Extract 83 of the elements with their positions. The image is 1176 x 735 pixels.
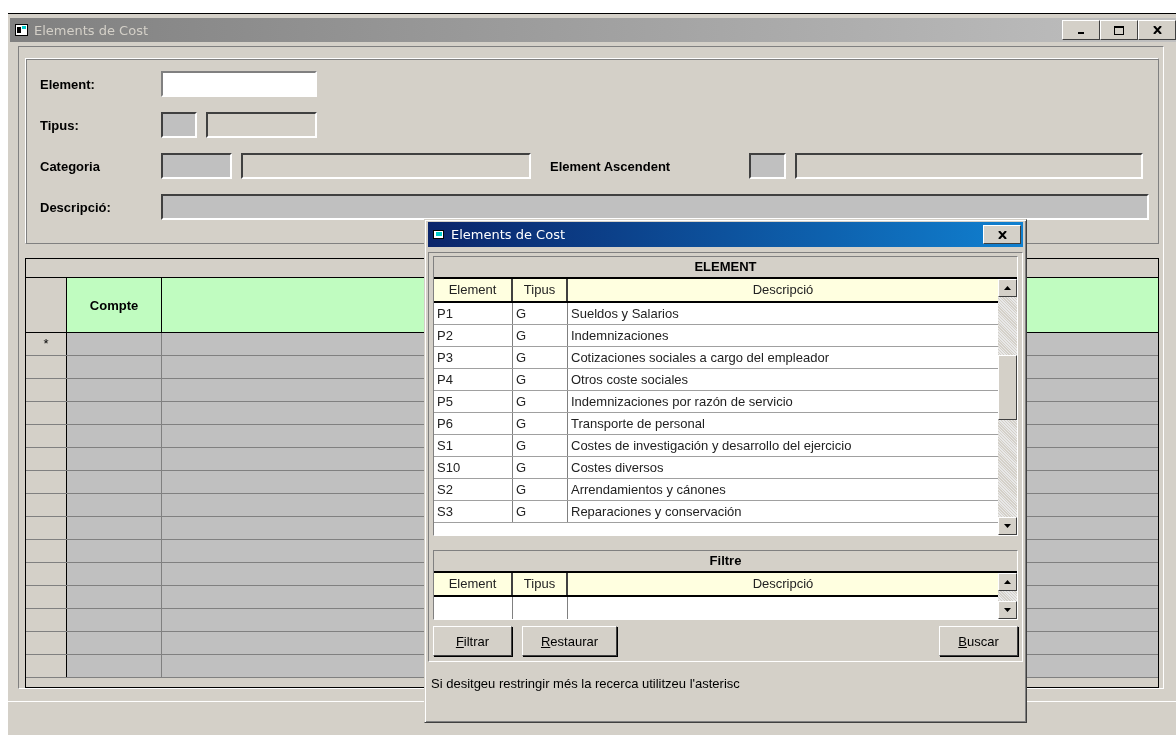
grid-cell[interactable] [67, 517, 162, 539]
close-button[interactable] [983, 225, 1021, 244]
grid-cell[interactable] [67, 333, 162, 355]
grid-cell[interactable] [67, 471, 162, 493]
grid-cell[interactable] [67, 494, 162, 516]
table-cell: G [513, 457, 568, 478]
table-cell-text: Indemnizaciones por razón de servicio [570, 393, 794, 411]
table-cell: G [513, 369, 568, 390]
table-cell: S2 [434, 479, 513, 500]
column-header: Descripció [751, 281, 815, 299]
column-header: Element [434, 279, 513, 301]
grid-cell[interactable] [67, 356, 162, 378]
column-header: Tipus [513, 279, 568, 301]
table-cell: G [513, 325, 568, 346]
tipus-label: Tipus: [40, 117, 80, 133]
table-cell: P4 [434, 369, 513, 390]
table-cell-text: Costes de investigación y desarrollo del ejercicio [570, 437, 853, 455]
minimize-button[interactable] [1062, 20, 1100, 40]
hint-text: Si desitgeu restringir més la recerca utilitzeu l'asterisc [430, 675, 741, 691]
grid-cell[interactable] [67, 379, 162, 401]
table-cell: G [513, 479, 568, 500]
table-cell-text: Transporte de personal [570, 415, 706, 433]
table-cell-text: Arrendamientos y cánones [570, 481, 727, 499]
table-cell: S3 [434, 501, 513, 522]
column-header: Element [434, 573, 513, 595]
dialog-title: Elements de Cost [451, 227, 566, 242]
table-cell: P2 [434, 325, 513, 346]
table-cell-text: Indemnizaciones [570, 327, 670, 345]
close-button[interactable] [1138, 20, 1176, 40]
table-cell: P3 [434, 347, 513, 368]
table-cell-text: Cotizaciones sociales a cargo del empleador [570, 349, 830, 367]
table-cell: P5 [434, 391, 513, 412]
scrollbar-thumb[interactable] [998, 355, 1017, 420]
column-header: Descripció [751, 575, 815, 593]
grid-cell[interactable] [67, 655, 162, 677]
table-cell-text: Costes diversos [570, 459, 665, 477]
grid-cell[interactable] [67, 425, 162, 447]
dialog-button[interactable]: Buscar [939, 626, 1018, 656]
scroll-up-button[interactable] [998, 573, 1017, 591]
table-cell: G [513, 435, 568, 456]
grid-cell[interactable] [67, 448, 162, 470]
dialog-button[interactable]: Filtrar [433, 626, 512, 656]
up-arrow-icon [1004, 580, 1011, 584]
table-cell: G [513, 391, 568, 412]
maximize-icon [1114, 25, 1124, 35]
table-cell: G [513, 413, 568, 434]
table-cell: P6 [434, 413, 513, 434]
grid-cell[interactable] [67, 586, 162, 608]
down-arrow-icon [1004, 524, 1011, 528]
vertical-scrollbar[interactable] [998, 279, 1017, 535]
down-arrow-icon [1004, 608, 1011, 612]
grid-cell[interactable] [67, 563, 162, 585]
grid-cell[interactable] [67, 402, 162, 424]
grid-cell[interactable] [67, 632, 162, 654]
column-header: Tipus [513, 573, 568, 595]
table-cell-text: Reparaciones y conservación [570, 503, 743, 521]
maximize-button[interactable] [1100, 20, 1138, 40]
window-title: Elements de Cost [34, 22, 149, 38]
column-header: Compte [67, 278, 162, 332]
scroll-up-button[interactable] [998, 279, 1017, 297]
table-cell: P1 [434, 303, 513, 324]
element-label: Element: [40, 76, 96, 92]
scroll-down-button[interactable] [998, 601, 1017, 619]
dialog-button[interactable]: Restaurar [522, 626, 617, 656]
table-cell: G [513, 303, 568, 324]
table-cell: S1 [434, 435, 513, 456]
table-cell: S10 [434, 457, 513, 478]
window-app-icon [15, 24, 28, 36]
up-arrow-icon [1004, 286, 1011, 290]
element-ascendent-label: Element Ascendent [550, 158, 672, 174]
element-input[interactable] [161, 71, 317, 97]
table-cell-text: Sueldos y Salarios [570, 305, 680, 323]
close-icon [997, 230, 1007, 239]
table-cell-text: Otros coste sociales [570, 371, 690, 389]
descripcio-label: Descripció: [40, 199, 112, 215]
grid-cell[interactable] [67, 540, 162, 562]
table-cell: G [513, 501, 568, 522]
table-cell: G [513, 347, 568, 368]
dialog-app-icon [433, 229, 446, 240]
categoria-label: Categoria [40, 158, 101, 174]
grid-cell[interactable] [67, 609, 162, 631]
scroll-down-button[interactable] [998, 517, 1017, 535]
close-icon [1152, 26, 1162, 34]
